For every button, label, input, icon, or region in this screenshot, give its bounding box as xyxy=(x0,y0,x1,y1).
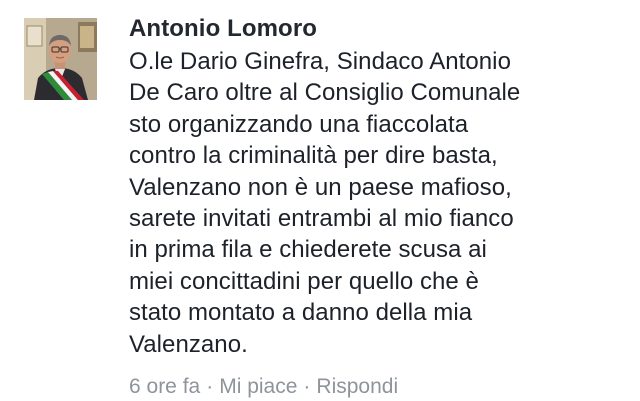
comment-text-line: in prima fila e chiederete scusa ai xyxy=(129,236,487,264)
author-name[interactable]: Antonio Lomoro xyxy=(129,12,634,46)
comment-text-line: contro la criminalità per dire basta, xyxy=(129,142,498,170)
comment-text-line: De Caro oltre al Consiglio Comunale xyxy=(129,79,521,107)
comment-text-line: Valenzano non è un paese mafioso, xyxy=(129,173,512,201)
reply-button[interactable]: Rispondi xyxy=(316,375,398,398)
avatar[interactable] xyxy=(24,18,97,100)
profile-photo xyxy=(24,18,97,100)
comment-text-line: sarete invitati entrambi al mio fianco xyxy=(129,205,514,233)
timestamp-link[interactable]: 6 ore fa xyxy=(129,375,200,398)
separator-dot: · xyxy=(206,375,214,398)
comment-text-line: miei concittadini per quello che è xyxy=(129,267,479,295)
comment-actions: 6 ore fa · Mi piace · Rispondi xyxy=(129,374,398,400)
comment: Antonio Lomoro O.le Dario Ginefra, Sinda… xyxy=(0,0,640,401)
comment-text: O.le Dario Ginefra, Sindaco Antonio De C… xyxy=(129,46,634,360)
separator-dot: · xyxy=(303,375,311,398)
comment-text-line: sto organizzando una fiaccolata xyxy=(129,110,469,138)
comment-text-line: stato montato a danno della mia xyxy=(129,299,473,327)
comment-text-line: O.le Dario Ginefra, Sindaco Antonio xyxy=(129,48,511,75)
comment-text-line: Valenzano. xyxy=(129,330,248,358)
like-button[interactable]: Mi piace xyxy=(219,375,297,398)
comment-body: Antonio Lomoro O.le Dario Ginefra, Sinda… xyxy=(129,12,634,360)
